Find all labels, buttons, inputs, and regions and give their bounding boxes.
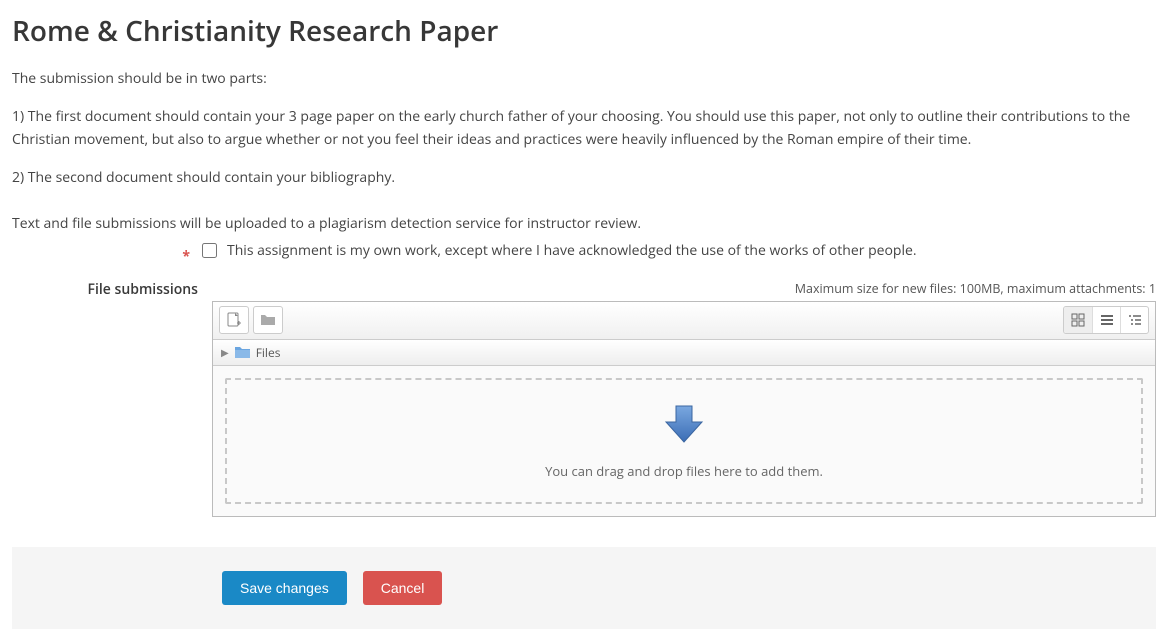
max-attachment-info: Maximum size for new files: 100MB, maxim… — [212, 280, 1156, 297]
view-tree-button[interactable] — [1120, 307, 1148, 333]
instructions: The submission should be in two parts: 1… — [12, 68, 1156, 190]
instructions-part1: 1) The first document should contain you… — [12, 106, 1156, 151]
plagiarism-notice: Text and file submissions will be upload… — [12, 214, 1156, 233]
folder-icon — [260, 313, 276, 327]
save-button[interactable]: Save changes — [222, 571, 347, 605]
dropzone-message: You can drag and drop files here to add … — [545, 462, 823, 480]
acknowledgement-row: * This assignment is my own work, except… — [12, 241, 1156, 260]
list-icon — [1100, 313, 1114, 327]
file-add-icon — [226, 312, 242, 328]
file-dropzone[interactable]: You can drag and drop files here to add … — [225, 378, 1143, 504]
file-manager-toolbar — [213, 302, 1155, 340]
view-icons-button[interactable] — [1064, 307, 1092, 333]
chevron-right-icon: ▶ — [221, 345, 229, 359]
acknowledgement-checkbox[interactable] — [202, 243, 217, 258]
page-title: Rome & Christianity Research Paper — [12, 12, 1168, 50]
grid-icon — [1071, 313, 1085, 327]
acknowledgement-label: This assignment is my own work, except w… — [227, 241, 917, 260]
view-mode-buttons — [1063, 306, 1149, 334]
instructions-intro: The submission should be in two parts: — [12, 68, 1156, 90]
file-path-bar[interactable]: ▶ Files — [213, 340, 1155, 366]
tree-icon — [1128, 313, 1142, 327]
create-folder-button[interactable] — [253, 306, 283, 334]
path-files-label: Files — [256, 344, 281, 361]
action-bar: Save changes Cancel — [12, 547, 1156, 629]
folder-icon — [235, 346, 250, 358]
view-list-button[interactable] — [1092, 307, 1120, 333]
cancel-button[interactable]: Cancel — [363, 571, 443, 605]
required-marker: * — [12, 247, 202, 266]
file-manager: ▶ Files You can drag and drop files here… — [212, 301, 1156, 517]
add-file-button[interactable] — [219, 306, 249, 334]
download-arrow-icon — [662, 402, 706, 446]
file-submissions-label: File submissions — [12, 280, 198, 299]
instructions-part2: 2) The second document should contain yo… — [12, 167, 1156, 189]
